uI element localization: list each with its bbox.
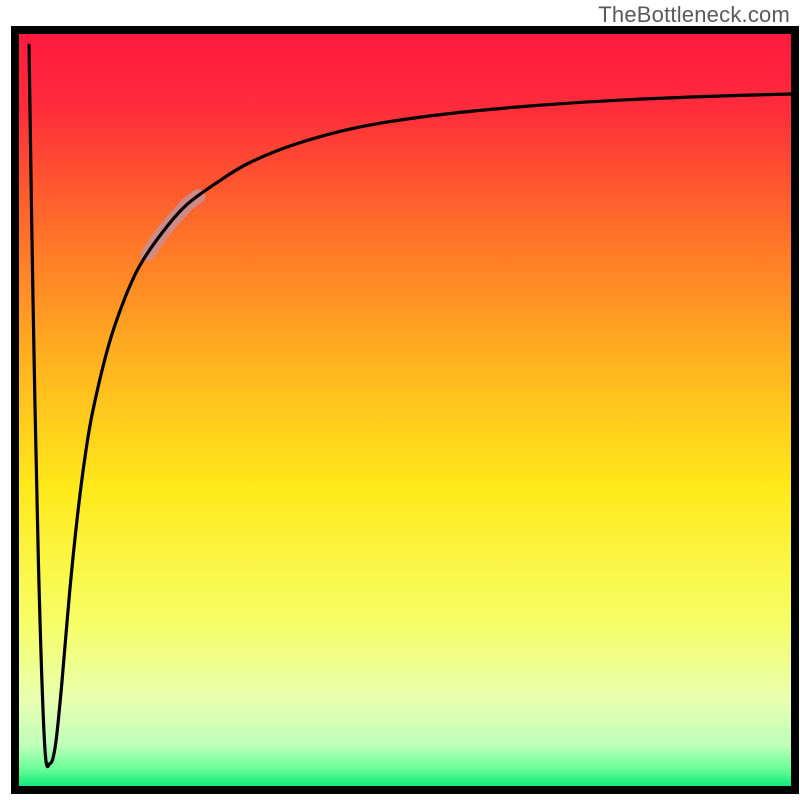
chart-container: TheBottleneck.com xyxy=(0,0,800,800)
watermark-text: TheBottleneck.com xyxy=(598,2,790,28)
plot-background xyxy=(15,30,795,790)
plot-area xyxy=(15,30,795,790)
bottleneck-chart xyxy=(0,0,800,800)
